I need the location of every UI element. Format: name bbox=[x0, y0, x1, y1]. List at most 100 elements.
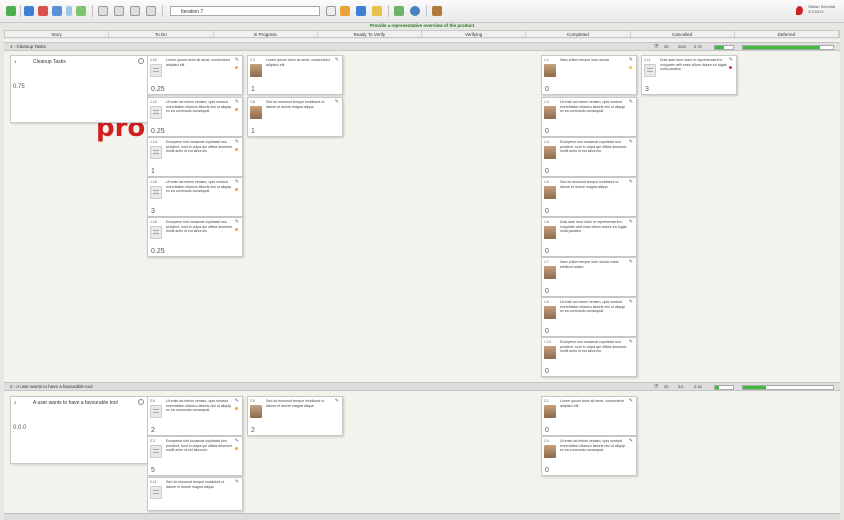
edit-icon[interactable]: ✎ bbox=[629, 339, 633, 345]
edit-icon[interactable]: ✎ bbox=[729, 57, 733, 63]
priority-dot-icon bbox=[235, 407, 238, 410]
column-header-deferred[interactable]: Deferred bbox=[735, 31, 839, 37]
task-card[interactable]: 2.11 Sed do eiusmod tempor incididunt ut … bbox=[147, 477, 243, 511]
edit-icon[interactable]: ✎ bbox=[235, 219, 239, 225]
swimlane-header[interactable]: 2 - A user wants to have a favourable to… bbox=[4, 382, 840, 391]
edit-icon[interactable]: ✎ bbox=[629, 219, 633, 225]
globe-icon[interactable] bbox=[410, 6, 420, 16]
task-card[interactable]: 1.1 Nam a liber tempor cum soluta 0 ✎ bbox=[541, 55, 637, 95]
avatar[interactable] bbox=[544, 106, 556, 119]
edit-icon[interactable]: ✎ bbox=[629, 299, 633, 305]
task-card[interactable]: 1.15 Ut enim ad minim veniam, quis nostru… bbox=[147, 177, 243, 217]
task-card[interactable]: 1.6 Duis aute irure dolor in reprehenderi… bbox=[541, 217, 637, 257]
folder-icon[interactable] bbox=[372, 6, 382, 16]
edit-icon[interactable]: ✎ bbox=[629, 99, 633, 105]
filter-icon[interactable] bbox=[38, 6, 48, 16]
dropdown-button[interactable] bbox=[326, 6, 336, 16]
edit-icon[interactable]: ✎ bbox=[335, 57, 339, 63]
unassigned-avatar-icon[interactable] bbox=[644, 64, 656, 77]
chevron-down-icon[interactable] bbox=[66, 6, 72, 16]
task-card[interactable]: 1.12 Ut enim ad minim veniam, quis nostru… bbox=[147, 97, 243, 137]
column-header-ready-to-verify[interactable]: Ready To Verify bbox=[318, 31, 422, 37]
unassigned-avatar-icon[interactable] bbox=[150, 186, 162, 199]
edit-icon[interactable]: ✎ bbox=[629, 179, 633, 185]
edit-icon[interactable]: ✎ bbox=[235, 438, 239, 444]
task-card[interactable]: 1.2 Lorem ipsum dolor sit amet, consectet… bbox=[247, 55, 343, 95]
task-card[interactable]: 1.5 Sed do eiusmod tempor incididunt ut l… bbox=[541, 177, 637, 217]
gear-icon[interactable] bbox=[138, 399, 144, 405]
edit-icon[interactable]: ✎ bbox=[629, 57, 633, 63]
edit-icon[interactable]: ✎ bbox=[235, 57, 239, 63]
layout-icon[interactable] bbox=[98, 6, 108, 16]
add-icon[interactable] bbox=[76, 6, 86, 16]
edit-icon[interactable]: ✎ bbox=[629, 259, 633, 265]
story-card[interactable]: 1 Cleanup Tasks 0.75 bbox=[10, 55, 148, 123]
column-header-completed[interactable]: Completed bbox=[526, 31, 631, 37]
tag-icon[interactable] bbox=[340, 6, 350, 16]
edit-icon[interactable]: ✎ bbox=[235, 179, 239, 185]
avatar[interactable] bbox=[544, 445, 556, 458]
task-card[interactable]: 1.9 Ut enim ad minim veniam, quis nostrud… bbox=[541, 297, 637, 337]
gear-icon[interactable] bbox=[138, 58, 144, 64]
column-header-in-progress[interactable]: In Progress bbox=[214, 31, 318, 37]
rows-icon[interactable] bbox=[130, 6, 140, 16]
task-card[interactable]: 2.1 Lorem ipsum dolor sit amet, consectet… bbox=[541, 396, 637, 436]
user-icon[interactable] bbox=[432, 6, 442, 16]
edit-icon[interactable]: ✎ bbox=[235, 99, 239, 105]
edit-icon[interactable]: ✎ bbox=[335, 398, 339, 404]
edit-icon[interactable]: ✎ bbox=[629, 398, 633, 404]
avatar[interactable] bbox=[544, 405, 556, 418]
chart-icon[interactable] bbox=[394, 6, 404, 16]
panel-icon[interactable] bbox=[146, 6, 156, 16]
edit-icon[interactable]: ✎ bbox=[335, 99, 339, 105]
task-card[interactable]: 2.6 Ut enim ad minim veniam, quis nostrud… bbox=[147, 396, 243, 436]
current-user[interactable]: Stefan Schmidt 3/7/2012 bbox=[808, 4, 842, 14]
task-card[interactable]: 1.8 Sed do eiusmod tempor incididunt ut l… bbox=[247, 97, 343, 137]
unassigned-avatar-icon[interactable] bbox=[150, 486, 162, 499]
task-card[interactable]: 1.14 Excepteur sint occaecat cupidatat no… bbox=[147, 137, 243, 177]
edit-icon[interactable] bbox=[356, 6, 366, 16]
new-icon[interactable] bbox=[6, 6, 16, 16]
task-card[interactable]: 2.2 Excepteur sint occaecat cupidatat non… bbox=[147, 436, 243, 476]
avatar[interactable] bbox=[544, 306, 556, 319]
avatar[interactable] bbox=[544, 346, 556, 359]
task-card[interactable]: 1.13 Excepteur sint occaecat cupidatat no… bbox=[541, 337, 637, 377]
unassigned-avatar-icon[interactable] bbox=[150, 226, 162, 239]
avatar[interactable] bbox=[250, 106, 262, 119]
task-card[interactable]: 2.5 Sed do eiusmod tempor incididunt ut l… bbox=[247, 396, 343, 436]
avatar[interactable] bbox=[544, 226, 556, 239]
view-icon[interactable] bbox=[52, 6, 62, 16]
unassigned-avatar-icon[interactable] bbox=[150, 64, 162, 77]
swimlane-header[interactable]: 1 - Cleanup Tasks ◷ 20 20/3 0.75 bbox=[4, 42, 840, 51]
edit-icon[interactable]: ✎ bbox=[629, 438, 633, 444]
task-card[interactable]: 1.10 Lorem ipsum dolor sit amet, consecte… bbox=[147, 55, 243, 95]
story-card[interactable]: 2 A user wants to have a favourable tool… bbox=[10, 396, 148, 464]
unassigned-avatar-icon[interactable] bbox=[150, 146, 162, 159]
refresh-icon[interactable] bbox=[24, 6, 34, 16]
unassigned-avatar-icon[interactable] bbox=[150, 405, 162, 418]
task-card[interactable]: 1.4 Excepteur sint occaecat cupidatat non… bbox=[541, 137, 637, 177]
column-header-verifying[interactable]: Verifying bbox=[422, 31, 527, 37]
column-header-todo[interactable]: To Do bbox=[109, 31, 214, 37]
column-header-story[interactable]: Story bbox=[5, 31, 110, 37]
edit-icon[interactable]: ✎ bbox=[235, 479, 239, 485]
avatar[interactable] bbox=[250, 405, 262, 418]
task-card[interactable]: 1.7 Nam a liber tempor cum soluta nobis e… bbox=[541, 257, 637, 297]
unassigned-avatar-icon[interactable] bbox=[150, 106, 162, 119]
avatar[interactable] bbox=[544, 266, 556, 279]
avatar[interactable] bbox=[544, 146, 556, 159]
task-card[interactable]: 1.11 Duis aute irure dolor in reprehender… bbox=[641, 55, 737, 95]
avatar[interactable] bbox=[544, 64, 556, 77]
unassigned-avatar-icon[interactable] bbox=[150, 445, 162, 458]
avatar[interactable] bbox=[250, 64, 262, 77]
column-header-cancelled[interactable]: Cancelled bbox=[631, 31, 735, 37]
edit-icon[interactable]: ✎ bbox=[629, 139, 633, 145]
avatar[interactable] bbox=[544, 186, 556, 199]
columns-icon[interactable] bbox=[114, 6, 124, 16]
edit-icon[interactable]: ✎ bbox=[235, 398, 239, 404]
iteration-select[interactable]: Iteration 7 bbox=[170, 6, 320, 16]
edit-icon[interactable]: ✎ bbox=[235, 139, 239, 145]
task-card[interactable]: 1.3 Ut enim ad minim veniam, quis nostrud… bbox=[541, 97, 637, 137]
task-card[interactable]: 2.4 Ut enim ad minim veniam, quis nostrud… bbox=[541, 436, 637, 476]
task-card[interactable]: 1.16 Excepteur sint occaecat cupidatat no… bbox=[147, 217, 243, 257]
